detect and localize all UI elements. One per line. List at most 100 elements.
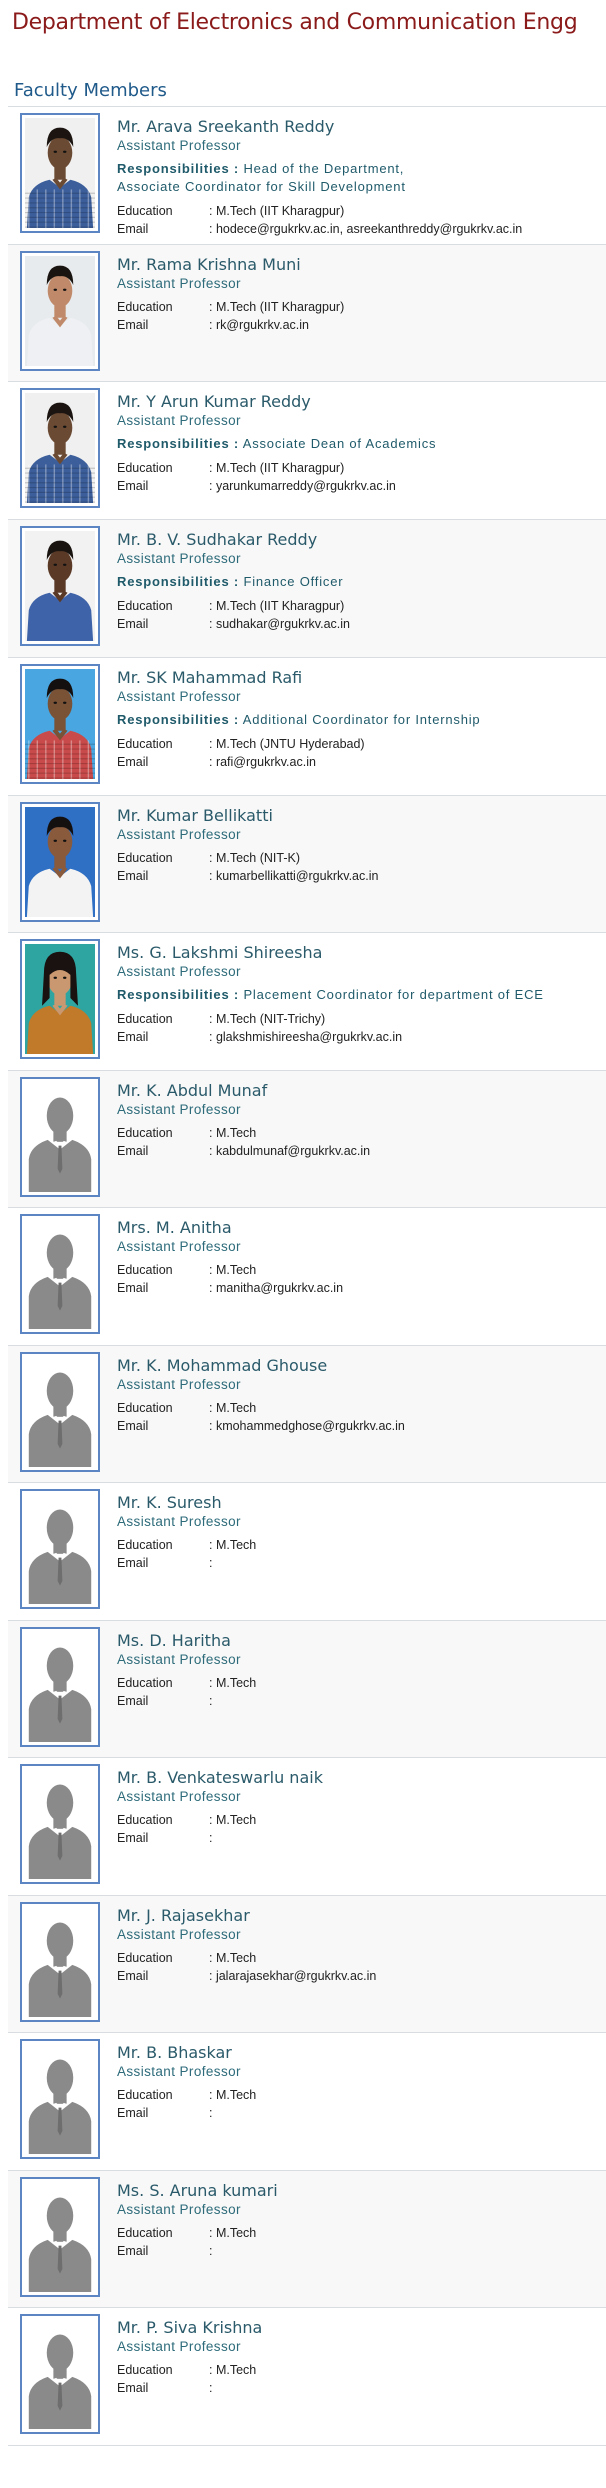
faculty-email-value[interactable]: : <box>209 1554 212 1572</box>
faculty-education-label: Education <box>117 1538 173 1552</box>
faculty-designation: Assistant Professor <box>117 551 241 566</box>
faculty-member-row: Mr. B. Bhaskar Assistant Professor Educati… <box>8 2033 606 2171</box>
faculty-name: Mr. Arava Sreekanth Reddy <box>117 117 335 136</box>
faculty-email-value[interactable]: : glakshmishireesha@rgukrkv.ac.in <box>209 1028 402 1046</box>
faculty-info: Ms. S. Aruna kumari Assistant Professor Ed… <box>117 2181 602 2260</box>
faculty-photo-frame <box>20 113 100 233</box>
faculty-email-value[interactable]: : kmohammedghose@rgukrkv.ac.in <box>209 1417 405 1435</box>
faculty-education-row: Education: M.Tech <box>117 1261 602 1279</box>
faculty-education-row: Education: M.Tech <box>117 2224 602 2242</box>
faculty-member-row: Mr. P. Siva Krishna Assistant Professor Ed… <box>8 2308 606 2446</box>
faculty-education-value: : M.Tech <box>209 1401 257 1415</box>
faculty-education-label: Education <box>117 1012 173 1026</box>
faculty-member-row: Ms. S. Aruna kumari Assistant Professor Ed… <box>8 2171 606 2308</box>
faculty-photo-frame <box>20 2039 100 2159</box>
faculty-email-label: Email <box>117 318 149 332</box>
faculty-email-value[interactable]: : rk@rgukrkv.ac.in <box>209 316 309 334</box>
faculty-education-row: Education: M.Tech (IIT Kharagpur) <box>117 298 602 316</box>
placeholder-avatar-icon <box>25 1219 95 1329</box>
faculty-education-row: Education: M.Tech (NIT-K) <box>117 849 602 867</box>
faculty-photo <box>25 393 95 503</box>
faculty-education-label: Education <box>117 300 173 314</box>
faculty-education-label: Education <box>117 1951 173 1965</box>
faculty-education-label: Education <box>117 1126 173 1140</box>
faculty-email-value[interactable]: : jalarajasekhar@rgukrkv.ac.in <box>209 1967 376 1985</box>
faculty-email-value[interactable]: : hodece@rgukrkv.ac.in, asreekanthreddy@… <box>209 220 522 238</box>
faculty-email-row: Email: sudhakar@rgukrkv.ac.in <box>117 615 602 633</box>
faculty-designation: Assistant Professor <box>117 1102 241 1117</box>
faculty-email-value[interactable]: : rafi@rgukrkv.ac.in <box>209 753 316 771</box>
faculty-photo <box>25 531 95 641</box>
faculty-email-label: Email <box>117 1556 149 1570</box>
faculty-education-label: Education <box>117 1263 173 1277</box>
faculty-email-row: Email : glakshmishireesha@rgukrkv.ac.in <box>117 1028 602 1046</box>
faculty-name: Mr. Rama Krishna Muni <box>117 255 301 274</box>
faculty-email-label: Email <box>117 1030 149 1044</box>
faculty-designation: Assistant Professor <box>117 1652 241 1667</box>
faculty-email-label: Email <box>117 1831 149 1845</box>
faculty-info: Mr. K. Mohammad Ghouse Assistant Professo… <box>117 1356 602 1435</box>
faculty-email-value[interactable]: : <box>209 1829 212 1847</box>
faculty-photo-frame <box>20 1627 100 1747</box>
faculty-education-value: : M.Tech (IIT Kharagpur) <box>209 599 345 613</box>
faculty-email-value[interactable]: : <box>209 2104 212 2122</box>
faculty-email-label: Email <box>117 1969 149 1983</box>
faculty-email-label: Email <box>117 2244 149 2258</box>
faculty-member-row: Ms. G. Lakshmi Shireesha Assistant Profes… <box>8 933 606 1071</box>
faculty-education-row: Education: M.Tech <box>117 1124 602 1142</box>
faculty-photo-frame <box>20 939 100 1059</box>
faculty-name: Mr. B. Venkateswarlu naik <box>117 1768 323 1787</box>
faculty-email-value[interactable]: : sudhakar@rgukrkv.ac.in <box>209 615 350 633</box>
faculty-responsibilities: Responsibilities : Finance Officer <box>117 573 602 591</box>
faculty-education-row: Education: M.Tech <box>117 1399 602 1417</box>
faculty-email-row: Email: manitha@rgukrkv.ac.in <box>117 1279 602 1297</box>
faculty-photo-frame <box>20 802 100 922</box>
faculty-responsibilities: Responsibilities : Additional Coordinato… <box>117 711 602 729</box>
faculty-email-value[interactable]: : <box>209 2242 212 2260</box>
faculty-email-row: Email: <box>117 2379 602 2397</box>
faculty-education-row: Education: M.Tech <box>117 2086 602 2104</box>
faculty-email-row: Email : rk@rgukrkv.ac.in <box>117 316 602 334</box>
faculty-member-row: Mr. K. Abdul Munaf Assistant Professor Edu… <box>8 1071 606 1208</box>
placeholder-avatar-icon <box>25 1494 95 1604</box>
faculty-email-value[interactable]: : kabdulmunaf@rgukrkv.ac.in <box>209 1142 370 1160</box>
faculty-photo-frame <box>20 2177 100 2297</box>
faculty-photo <box>25 669 95 779</box>
faculty-name: Mr. P. Siva Krishna <box>117 2318 263 2337</box>
faculty-email-value[interactable]: : yarunkumarreddy@rgukrkv.ac.in <box>209 477 396 495</box>
placeholder-avatar-icon <box>25 1082 95 1192</box>
faculty-education-value: : M.Tech <box>209 1538 257 1552</box>
faculty-info: Mr. B. V. Sudhakar Reddy Assistant Profes… <box>117 530 602 633</box>
responsibilities-text: Associate Dean of Academics <box>242 436 437 451</box>
faculty-email-label: Email <box>117 222 149 236</box>
responsibilities-label: Responsibilities : <box>117 436 240 451</box>
faculty-photo <box>25 944 95 1054</box>
faculty-info: Mr. P. Siva Krishna Assistant Professor Ed… <box>117 2318 602 2397</box>
faculty-name: Ms. G. Lakshmi Shireesha <box>117 943 323 962</box>
faculty-education-label: Education <box>117 599 173 613</box>
faculty-education-label: Education <box>117 461 173 475</box>
faculty-info: Mr. Rama Krishna Muni Assistant Professor… <box>117 255 602 334</box>
faculty-info: Mr. Kumar Bellikatti Assistant Professor E… <box>117 806 602 885</box>
faculty-member-row: Mr. K. Suresh Assistant Professor Educatio… <box>8 1483 606 1621</box>
faculty-email-value[interactable]: : kumarbellikatti@rgukrkv.ac.in <box>209 867 378 885</box>
faculty-designation: Assistant Professor <box>117 2064 241 2079</box>
faculty-info: Mr. B. Bhaskar Assistant Professor Educati… <box>117 2043 602 2122</box>
faculty-email-value[interactable]: : <box>209 1692 212 1710</box>
faculty-email-value[interactable]: : <box>209 2379 212 2397</box>
faculty-member-row: Mr. K. Mohammad Ghouse Assistant Professo… <box>8 1346 606 1483</box>
placeholder-avatar-icon <box>25 1769 95 1879</box>
faculty-education-row: Education : M.Tech <box>117 1536 602 1554</box>
faculty-education-row: Education: M.Tech (IIT Kharagpur) <box>117 202 602 220</box>
faculty-education-value: : M.Tech <box>209 2088 257 2102</box>
faculty-designation: Assistant Professor <box>117 1927 241 1942</box>
placeholder-avatar-icon <box>25 2044 95 2154</box>
faculty-education-value: : M.Tech <box>209 2363 257 2377</box>
faculty-education-value: : M.Tech <box>209 1676 257 1690</box>
faculty-email-label: Email <box>117 1144 149 1158</box>
faculty-education-value: : M.Tech <box>209 1813 257 1827</box>
faculty-photo <box>25 256 95 366</box>
faculty-email-value[interactable]: : manitha@rgukrkv.ac.in <box>209 1279 343 1297</box>
faculty-education-row: Education: M.Tech <box>117 2361 602 2379</box>
faculty-name: Ms. D. Haritha <box>117 1631 231 1650</box>
